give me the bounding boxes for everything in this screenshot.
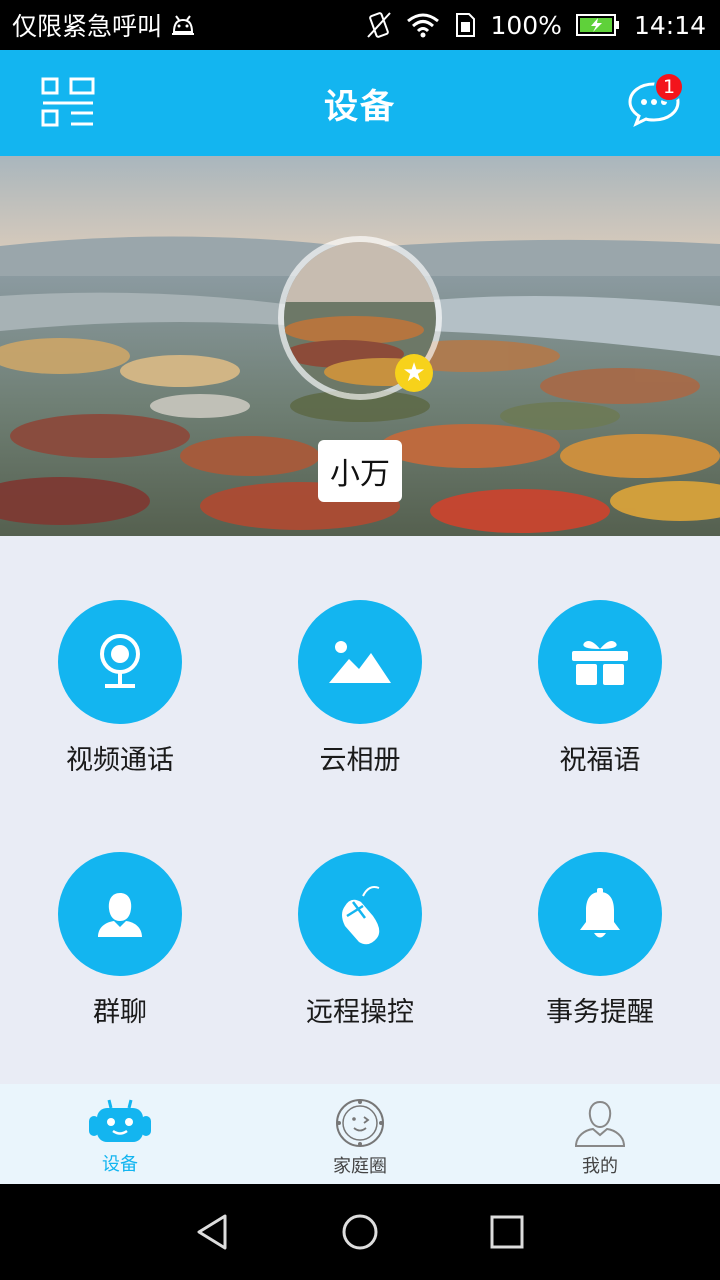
feature-label: 群聊: [93, 997, 147, 1028]
tab-label: 设备: [102, 1154, 138, 1175]
android-debug-icon: [170, 14, 196, 36]
tab-device[interactable]: 设备: [0, 1084, 240, 1184]
feature-label: 视频通话: [66, 745, 174, 776]
back-icon: [197, 1214, 227, 1250]
scan-icon: [41, 77, 95, 127]
tab-label: 家庭圈: [333, 1156, 387, 1177]
vibrate-icon: [366, 11, 392, 39]
clock: 14:14: [633, 10, 706, 40]
mouse-icon: [342, 886, 380, 945]
recents-icon: [490, 1215, 524, 1249]
user-icon: [98, 893, 142, 937]
device-name: 小万: [318, 440, 402, 502]
feature-group-chat[interactable]: 群聊: [0, 852, 240, 1052]
sim-icon: [454, 12, 476, 38]
wifi-icon: [406, 12, 440, 38]
carrier-text: 仅限紧急呼叫: [12, 12, 163, 41]
bottom-tab-bar: 设备 家庭圈 我的: [0, 1084, 720, 1184]
family-circle-icon: [336, 1099, 384, 1147]
scan-button[interactable]: [38, 74, 98, 132]
feature-video-call[interactable]: 视频通话: [0, 600, 240, 800]
message-count-badge: 1: [654, 72, 684, 102]
feature-reminders[interactable]: 事务提醒: [480, 852, 720, 1052]
home-icon: [342, 1214, 378, 1250]
feature-label: 远程操控: [306, 997, 414, 1028]
feature-label: 事务提醒: [546, 997, 654, 1028]
feature-grid: 视频通话 云相册 祝福语 群聊 远程操控 事务提醒: [0, 536, 720, 1084]
battery-percent: 100%: [490, 10, 562, 40]
bell-icon: [580, 888, 620, 938]
battery-charging-icon: [575, 13, 620, 37]
feature-label: 祝福语: [559, 745, 641, 776]
device-banner: ★ 小万: [0, 156, 720, 536]
tab-label: 我的: [582, 1156, 618, 1177]
header: 设备 1: [0, 50, 720, 156]
feature-cloud-album[interactable]: 云相册: [240, 600, 480, 800]
home-button[interactable]: [330, 1202, 390, 1262]
recents-button[interactable]: [477, 1202, 537, 1262]
gift-icon: [572, 641, 628, 685]
webcam-icon: [100, 634, 140, 688]
tab-family-circle[interactable]: 家庭圈: [240, 1084, 480, 1184]
feature-label: 云相册: [319, 745, 401, 776]
star-icon: ★: [395, 354, 433, 392]
tab-mine[interactable]: 我的: [480, 1084, 720, 1184]
picture-icon: [329, 641, 391, 683]
robot-icon: [89, 1099, 151, 1142]
back-button[interactable]: [183, 1202, 243, 1262]
system-navigation-bar: [0, 1184, 720, 1280]
page-title: 设备: [324, 86, 396, 127]
profile-icon: [574, 1100, 626, 1147]
feature-greetings[interactable]: 祝福语: [480, 600, 720, 800]
messages-button[interactable]: 1: [624, 72, 684, 132]
status-bar: 仅限紧急呼叫 100% 14:14: [0, 0, 720, 50]
feature-remote-control[interactable]: 远程操控: [240, 852, 480, 1052]
